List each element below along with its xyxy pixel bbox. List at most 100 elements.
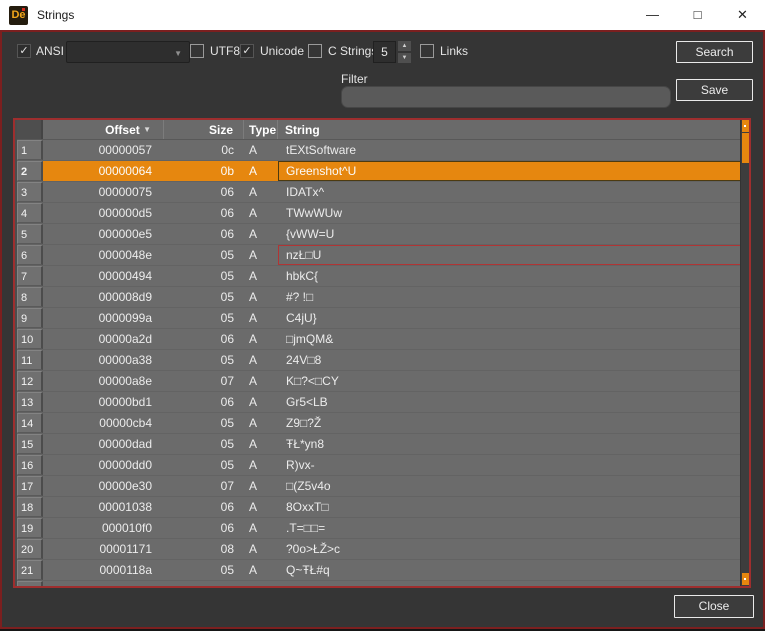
- cell-string[interactable]: Gr5<LB: [278, 392, 749, 412]
- cell-type[interactable]: A: [244, 329, 278, 349]
- links-checkbox[interactable]: [420, 44, 434, 58]
- cell-type[interactable]: A: [244, 245, 278, 265]
- cell-string[interactable]: 24V□8: [278, 350, 749, 370]
- cell-type[interactable]: A: [244, 350, 278, 370]
- cell-type[interactable]: A: [244, 392, 278, 412]
- cell-offset[interactable]: 000011a0: [43, 581, 164, 586]
- cell-size[interactable]: 06: [164, 497, 244, 517]
- cell-string[interactable]: #? !□: [278, 287, 749, 307]
- table-row[interactable]: 19 000010f0 06 A .T=□□=: [17, 518, 749, 539]
- row-number[interactable]: 12: [17, 371, 43, 391]
- row-number[interactable]: 14: [17, 413, 43, 433]
- table-row[interactable]: 6 0000048e 05 A nzŁ□U: [17, 245, 749, 266]
- table-row[interactable]: 7 00000494 05 A hbkC{: [17, 266, 749, 287]
- cell-string[interactable]: hbkC{: [278, 266, 749, 286]
- row-number[interactable]: 7: [17, 266, 43, 286]
- cell-string[interactable]: C4jU}: [278, 308, 749, 328]
- row-number[interactable]: 18: [17, 497, 43, 517]
- row-number[interactable]: 4: [17, 203, 43, 223]
- table-row[interactable]: 13 00000bd1 06 A Gr5<LB: [17, 392, 749, 413]
- scrollbar-thumb[interactable]: [742, 133, 749, 163]
- cell-offset[interactable]: 000000e5: [43, 224, 164, 244]
- min-length-stepper[interactable]: 5 ▲ ▼: [373, 41, 411, 63]
- row-number[interactable]: 21: [17, 560, 43, 580]
- cell-offset[interactable]: 00000494: [43, 266, 164, 286]
- cell-offset[interactable]: 00000064: [43, 161, 164, 181]
- titlebar[interactable]: De Strings — □ ✕: [0, 0, 765, 30]
- cell-offset[interactable]: 00000a8e: [43, 371, 164, 391]
- row-number[interactable]: 17: [17, 476, 43, 496]
- table-row[interactable]: 17 00000e30 07 A □(Z5v4o: [17, 476, 749, 497]
- table-row[interactable]: 12 00000a8e 07 A K□?<□CY: [17, 371, 749, 392]
- cell-size[interactable]: 05: [164, 455, 244, 475]
- cell-type[interactable]: A: [244, 413, 278, 433]
- table-row[interactable]: 16 00000dd0 05 A R)vx-: [17, 455, 749, 476]
- filter-input[interactable]: [341, 86, 671, 108]
- cell-string[interactable]: □(Z5v4o: [278, 476, 749, 496]
- cell-type[interactable]: A: [244, 581, 278, 586]
- table-row[interactable]: 9 0000099a 05 A C4jU}: [17, 308, 749, 329]
- header-type[interactable]: Type: [244, 120, 278, 139]
- encoding-dropdown[interactable]: ▼: [66, 41, 190, 63]
- cell-offset[interactable]: 00000bd1: [43, 392, 164, 412]
- cell-size[interactable]: 06: [164, 392, 244, 412]
- table-row[interactable]: 22 000011a0 05 A S: [17, 581, 749, 586]
- cell-size[interactable]: 08: [164, 539, 244, 559]
- cell-offset[interactable]: 000010f0: [43, 518, 164, 538]
- cell-size[interactable]: 06: [164, 329, 244, 349]
- table-row[interactable]: 14 00000cb4 05 A Z9□?Ž: [17, 413, 749, 434]
- cell-size[interactable]: 05: [164, 413, 244, 433]
- cell-string[interactable]: .T=□□=: [278, 518, 749, 538]
- cell-string[interactable]: tEXtSoftware: [278, 140, 749, 160]
- cell-offset[interactable]: 00000a2d: [43, 329, 164, 349]
- cell-type[interactable]: A: [244, 434, 278, 454]
- row-number[interactable]: 1: [17, 140, 43, 160]
- cell-offset[interactable]: 00000057: [43, 140, 164, 160]
- cell-size[interactable]: 07: [164, 371, 244, 391]
- cell-size[interactable]: 05: [164, 350, 244, 370]
- cell-string[interactable]: Greenshot^U: [278, 161, 749, 181]
- cell-size[interactable]: 05: [164, 581, 244, 586]
- header-offset[interactable]: Offset ▼: [43, 120, 164, 139]
- cell-type[interactable]: A: [244, 560, 278, 580]
- cell-type[interactable]: A: [244, 287, 278, 307]
- unicode-checkbox[interactable]: ✓: [240, 44, 254, 58]
- cell-type[interactable]: A: [244, 161, 278, 181]
- cell-size[interactable]: 06: [164, 518, 244, 538]
- header-size[interactable]: Size: [164, 120, 244, 139]
- cell-type[interactable]: A: [244, 203, 278, 223]
- cell-string[interactable]: {vWW=U: [278, 224, 749, 244]
- cell-string[interactable]: ŦŁ*yn8: [278, 434, 749, 454]
- table-row[interactable]: 20 00001171 08 A ?0o>ŁŽ>c: [17, 539, 749, 560]
- cell-type[interactable]: A: [244, 140, 278, 160]
- table-row[interactable]: 18 00001038 06 A 8OxxT□: [17, 497, 749, 518]
- ansi-checkbox[interactable]: ✓: [17, 44, 31, 58]
- cell-offset[interactable]: 000008d9: [43, 287, 164, 307]
- cell-size[interactable]: 05: [164, 287, 244, 307]
- table-row[interactable]: 21 0000118a 05 A Q~ŦŁ#q: [17, 560, 749, 581]
- row-number[interactable]: 15: [17, 434, 43, 454]
- cell-offset[interactable]: 00000a38: [43, 350, 164, 370]
- cell-string[interactable]: K□?<□CY: [278, 371, 749, 391]
- header-string[interactable]: String: [278, 120, 749, 139]
- cell-type[interactable]: A: [244, 539, 278, 559]
- cell-offset[interactable]: 00000e30: [43, 476, 164, 496]
- utf8-checkbox[interactable]: [190, 44, 204, 58]
- cell-string[interactable]: S: [278, 581, 749, 586]
- cell-size[interactable]: 05: [164, 308, 244, 328]
- row-number[interactable]: 13: [17, 392, 43, 412]
- cell-string[interactable]: nzŁ□U: [278, 245, 749, 265]
- scroll-up-icon[interactable]: [742, 120, 749, 132]
- table-row[interactable]: 15 00000dad 05 A ŦŁ*yn8: [17, 434, 749, 455]
- cell-string[interactable]: Z9□?Ž: [278, 413, 749, 433]
- row-number[interactable]: 5: [17, 224, 43, 244]
- search-button[interactable]: Search: [676, 41, 753, 63]
- table-row[interactable]: 5 000000e5 06 A {vWW=U: [17, 224, 749, 245]
- cell-string[interactable]: Q~ŦŁ#q: [278, 560, 749, 580]
- cell-type[interactable]: A: [244, 497, 278, 517]
- cell-type[interactable]: A: [244, 266, 278, 286]
- close-window-button[interactable]: ✕: [720, 0, 765, 30]
- cell-string[interactable]: R)vx-: [278, 455, 749, 475]
- cstrings-checkbox[interactable]: [308, 44, 322, 58]
- cell-type[interactable]: A: [244, 518, 278, 538]
